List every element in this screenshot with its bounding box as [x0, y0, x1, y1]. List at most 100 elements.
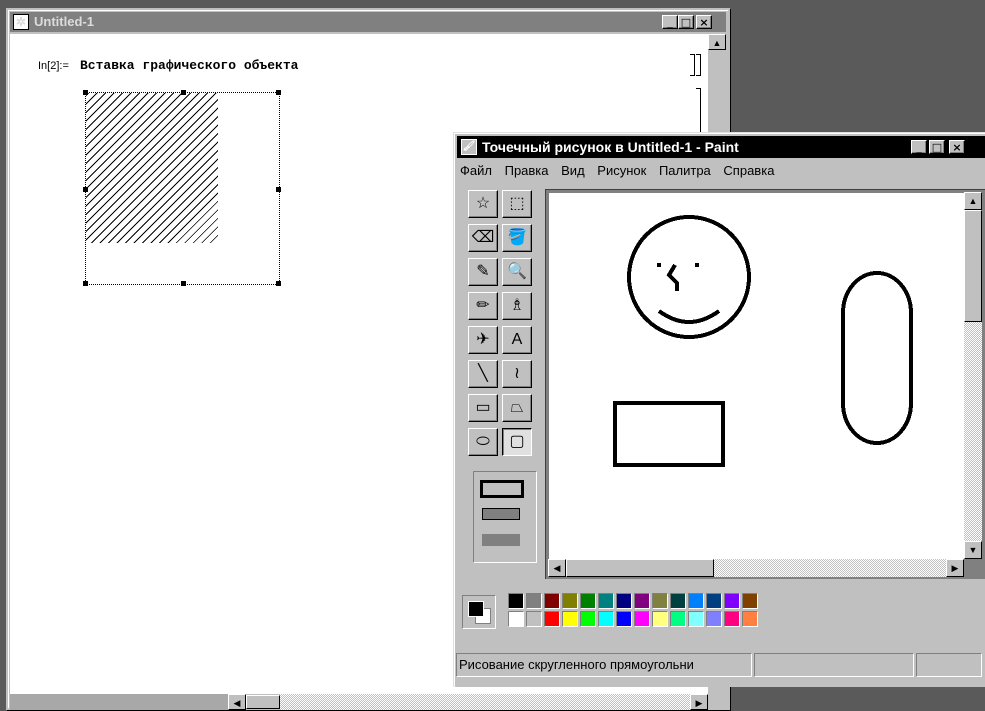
magnifier-tool[interactable]: 🔍 — [502, 258, 532, 286]
scroll-right-button[interactable]: ▶ — [690, 694, 708, 710]
cell-bracket[interactable] — [690, 54, 695, 76]
palette-swatch[interactable] — [580, 593, 596, 609]
palette-swatch[interactable] — [652, 611, 668, 627]
polygon-tool[interactable]: ⏢ — [502, 394, 532, 422]
resize-handle[interactable] — [276, 187, 281, 192]
palette-swatch[interactable] — [670, 593, 686, 609]
text-tool[interactable]: A — [502, 326, 532, 354]
notebook-horizontal-scrollbar[interactable]: ◀ ▶ — [10, 694, 708, 710]
color-picker-tool[interactable]: ✎ — [468, 258, 498, 286]
palette-swatch[interactable] — [634, 593, 650, 609]
face-mouth — [657, 309, 721, 324]
minimize-button[interactable]: _ — [662, 15, 678, 29]
fill-option-fill[interactable] — [482, 534, 520, 546]
resize-handle[interactable] — [83, 90, 88, 95]
paint-close-button[interactable]: × — [949, 140, 965, 154]
canvas-vscroll-thumb[interactable] — [964, 210, 982, 322]
scroll-left-button[interactable]: ◀ — [228, 694, 246, 710]
airbrush-icon: ✈ — [476, 331, 490, 348]
palette-swatch[interactable] — [562, 593, 578, 609]
group-bracket[interactable] — [696, 54, 701, 76]
palette-swatch[interactable] — [688, 611, 704, 627]
palette-swatch[interactable] — [742, 611, 758, 627]
menu-view[interactable]: Вид — [561, 163, 585, 178]
close-button[interactable]: × — [696, 15, 712, 29]
inserted-graphic[interactable] — [83, 90, 281, 286]
maximize-button[interactable]: □ — [678, 15, 694, 29]
resize-handle[interactable] — [83, 187, 88, 192]
resize-handle[interactable] — [181, 90, 186, 95]
fill-tool[interactable]: 🪣 — [502, 224, 532, 252]
palette-swatch[interactable] — [580, 611, 596, 627]
pencil-tool[interactable]: ✏ — [468, 292, 498, 320]
canvas-scroll-up[interactable]: ▲ — [964, 192, 982, 210]
drawing-canvas[interactable] — [549, 193, 964, 559]
magnifier-icon: 🔍 — [507, 263, 527, 280]
rect-select-tool[interactable]: ⬚ — [502, 190, 532, 218]
menu-image[interactable]: Рисунок — [597, 163, 646, 178]
line-icon: ╲ — [478, 365, 488, 382]
palette-swatch[interactable] — [508, 611, 524, 627]
palette-swatch[interactable] — [634, 611, 650, 627]
palette-swatch[interactable] — [724, 593, 740, 609]
free-select-icon: ☆ — [475, 195, 491, 212]
palette-swatch[interactable] — [706, 593, 722, 609]
foreground-color-swatch[interactable] — [468, 601, 484, 617]
palette-swatch[interactable] — [616, 593, 632, 609]
palette-swatch[interactable] — [526, 593, 542, 609]
paint-maximize-button[interactable]: □ — [929, 140, 945, 154]
palette-swatch[interactable] — [598, 611, 614, 627]
status-size — [916, 653, 982, 677]
menu-edit[interactable]: Правка — [505, 163, 549, 178]
rect-select-icon: ⬚ — [509, 195, 525, 212]
rounded-rect-tool[interactable]: ▢ — [502, 428, 532, 456]
canvas-scroll-right[interactable]: ▶ — [946, 559, 964, 577]
resize-handle[interactable] — [276, 281, 281, 286]
palette-swatch[interactable] — [508, 593, 524, 609]
palette-swatch[interactable] — [724, 611, 740, 627]
scroll-up-button[interactable]: ▲ — [708, 34, 726, 50]
fill-option-outline[interactable] — [480, 480, 524, 498]
fill-option-outline-fill[interactable] — [482, 508, 520, 520]
menu-bar: Файл Правка Вид Рисунок Палитра Справка — [460, 163, 783, 178]
mathematica-icon[interactable]: ✲ — [13, 14, 29, 30]
palette-swatch[interactable] — [544, 593, 560, 609]
cell-input-text[interactable]: Вставка графического объекта — [80, 58, 298, 73]
palette-swatch[interactable] — [598, 593, 614, 609]
free-select-tool[interactable]: ☆ — [468, 190, 498, 218]
palette-swatch[interactable] — [544, 611, 560, 627]
resize-handle[interactable] — [276, 90, 281, 95]
palette-swatch[interactable] — [652, 593, 668, 609]
canvas-hscroll-thumb[interactable] — [566, 559, 714, 577]
canvas-scroll-down[interactable]: ▼ — [964, 541, 982, 559]
ellipse-tool[interactable]: ⬭ — [468, 428, 498, 456]
palette-swatch[interactable] — [526, 611, 542, 627]
menu-palette[interactable]: Палитра — [659, 163, 711, 178]
resize-handle[interactable] — [83, 281, 88, 286]
palette-swatch[interactable] — [706, 611, 722, 627]
menu-file[interactable]: Файл — [460, 163, 492, 178]
palette-swatch[interactable] — [616, 611, 632, 627]
eraser-tool[interactable]: ⌫ — [468, 224, 498, 252]
palette-swatch[interactable] — [742, 593, 758, 609]
menu-help[interactable]: Справка — [723, 163, 774, 178]
paint-minimize-button[interactable]: _ — [911, 140, 927, 154]
canvas-area: ▲ ▼ ◀ ▶ — [545, 189, 985, 579]
rectangle-tool[interactable]: ▭ — [468, 394, 498, 422]
canvas-horizontal-scrollbar[interactable]: ◀ ▶ — [548, 559, 964, 577]
canvas-scroll-left[interactable]: ◀ — [548, 559, 566, 577]
polygon-icon: ⏢ — [510, 399, 524, 416]
palette-swatch[interactable] — [670, 611, 686, 627]
resize-handle[interactable] — [181, 281, 186, 286]
curve-tool[interactable]: ≀ — [502, 360, 532, 388]
line-tool[interactable]: ╲ — [468, 360, 498, 388]
scroll-thumb[interactable] — [246, 695, 280, 709]
paint-icon[interactable]: 🖌 — [461, 139, 477, 155]
paint-title-bar[interactable]: 🖌 Точечный рисунок в Untitled-1 - Paint … — [457, 136, 985, 158]
canvas-vertical-scrollbar[interactable]: ▲ ▼ — [964, 192, 982, 559]
airbrush-tool[interactable]: ✈ — [468, 326, 498, 354]
notebook-title-bar[interactable]: ✲ Untitled-1 _ □ × — [10, 12, 726, 32]
palette-swatch[interactable] — [688, 593, 704, 609]
brush-tool[interactable]: ♗ — [502, 292, 532, 320]
palette-swatch[interactable] — [562, 611, 578, 627]
